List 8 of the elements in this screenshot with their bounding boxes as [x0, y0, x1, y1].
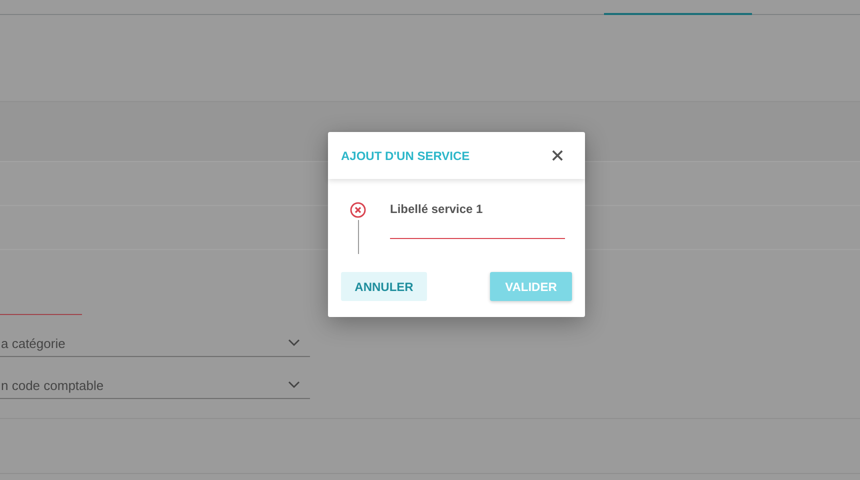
- select-field[interactable]: a catégorie: [0, 330, 310, 357]
- select-field[interactable]: n code comptable: [0, 372, 310, 399]
- chevron-down-icon: [288, 381, 300, 389]
- cancel-button[interactable]: ANNULER: [341, 272, 427, 301]
- step-label: Libellé service 1: [390, 202, 484, 216]
- dialog-title: AJOUT D'UN SERVICE: [341, 148, 470, 162]
- close-icon[interactable]: [552, 150, 563, 161]
- chevron-down-icon: [288, 339, 300, 347]
